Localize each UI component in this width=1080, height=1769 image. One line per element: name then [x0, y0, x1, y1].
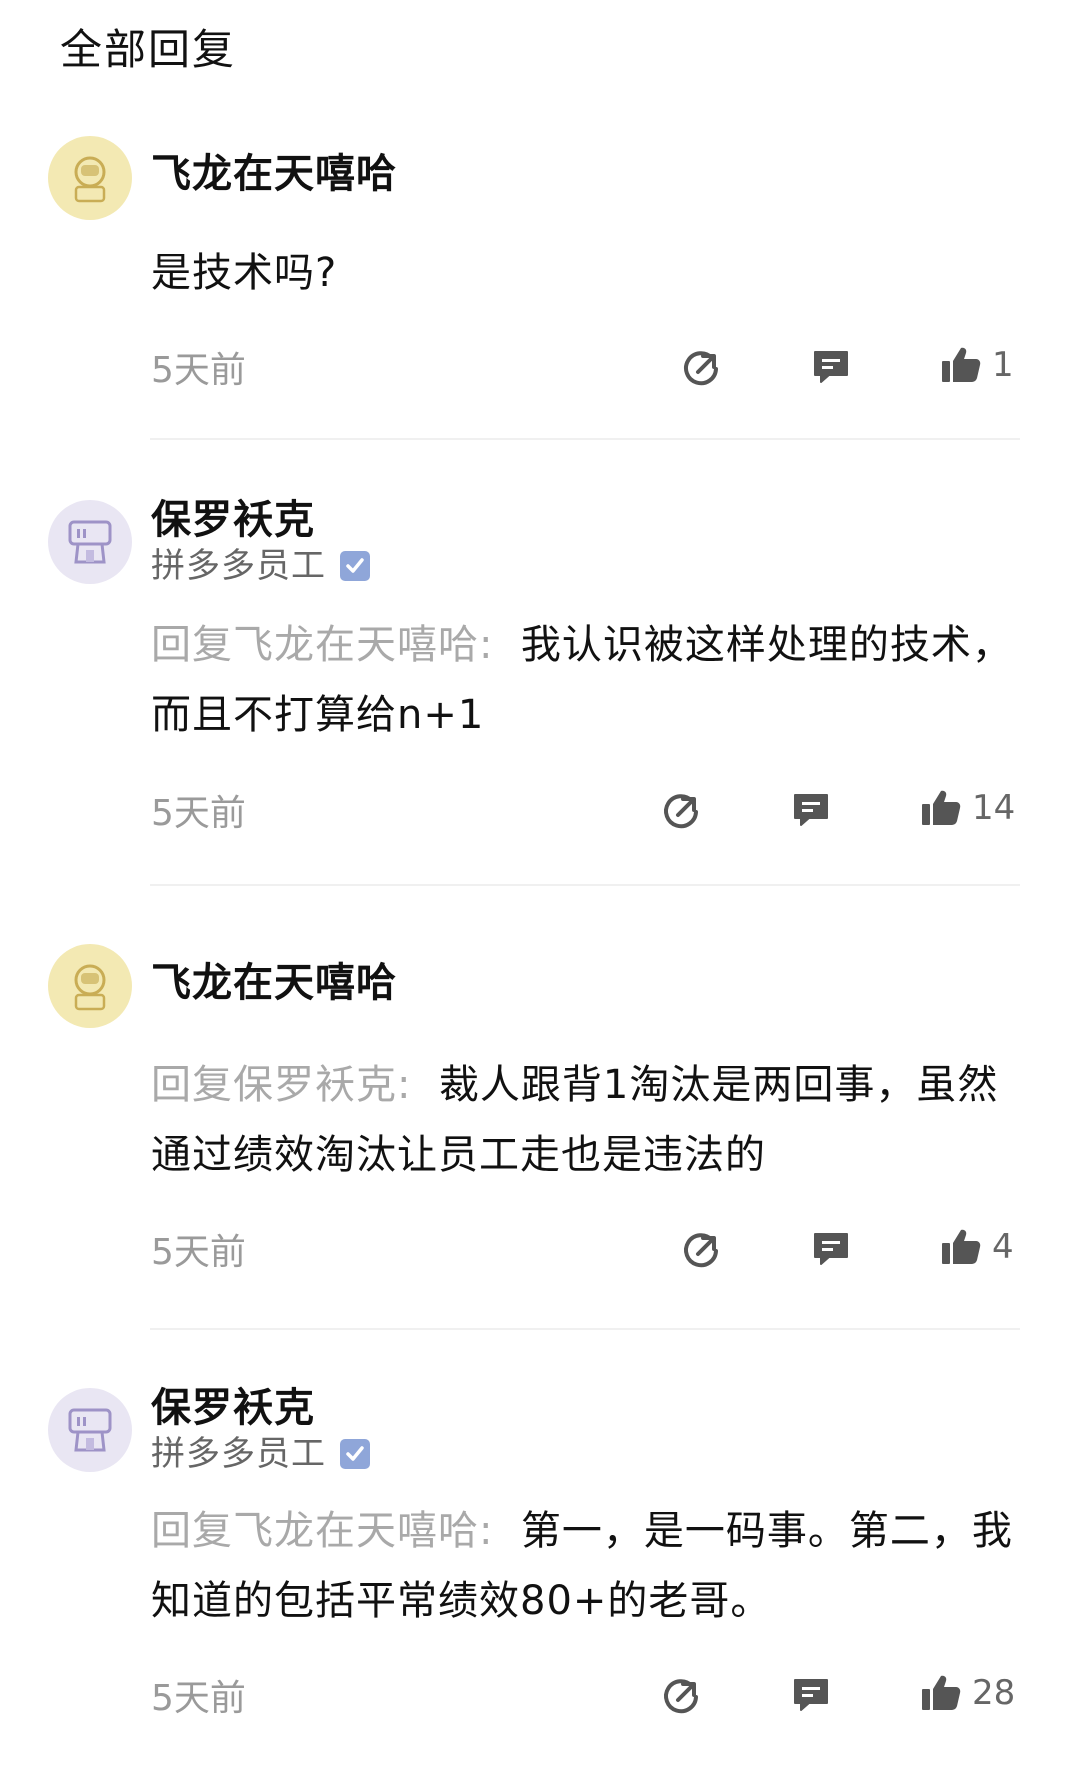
speech-bubble-icon — [814, 1233, 848, 1265]
verified-check-icon — [340, 1439, 370, 1469]
comment-content: 是技术吗? — [151, 250, 338, 296]
reply-button[interactable] — [791, 1675, 831, 1715]
reply-prefix[interactable]: 回复飞龙在天嘻哈: — [151, 622, 493, 668]
comment-time: 5天前 — [151, 1678, 246, 1719]
comment-username[interactable]: 飞龙在天嘻哈 — [151, 958, 397, 1008]
reply-button[interactable] — [811, 347, 851, 387]
share-arrow-circle-icon — [664, 1679, 698, 1714]
employee-role: 拼多多员工 — [151, 1434, 326, 1474]
reply-button[interactable] — [791, 790, 831, 830]
like-button[interactable]: 1 — [940, 345, 1014, 385]
avatar[interactable] — [48, 500, 132, 584]
share-arrow-circle-icon — [664, 794, 698, 829]
share-button[interactable] — [662, 790, 702, 830]
like-button[interactable]: 28 — [920, 1673, 1015, 1713]
comment-username[interactable]: 保罗袄克 — [151, 495, 315, 545]
share-button[interactable] — [682, 1229, 722, 1269]
like-button[interactable]: 4 — [940, 1227, 1014, 1267]
comment-body: 回复飞龙在天嘻哈: 我认识被这样处理的技术，而且不打算给n+1 — [151, 610, 1021, 750]
like-count: 14 — [972, 788, 1016, 828]
avatar[interactable] — [48, 1388, 132, 1472]
thumbs-up-icon — [922, 1675, 961, 1710]
divider — [150, 1328, 1020, 1330]
share-button[interactable] — [662, 1675, 702, 1715]
comment-username[interactable]: 保罗袄克 — [151, 1383, 315, 1433]
divider — [150, 438, 1020, 440]
comment-body: 回复飞龙在天嘻哈: 第一，是一码事。第二，我知道的包括平常绩效80+的老哥。 — [151, 1496, 1021, 1636]
comment-body: 回复保罗袄克: 裁人跟背1淘汰是两回事，虽然通过绩效淘汰让员工走也是违法的 — [151, 1050, 1021, 1190]
employee-tag: 拼多多员工 — [151, 1433, 370, 1475]
reply-prefix[interactable]: 回复保罗袄克: — [151, 1062, 411, 1108]
avatar[interactable] — [48, 136, 132, 220]
thumbs-up-icon — [942, 1229, 981, 1264]
share-button[interactable] — [682, 347, 722, 387]
comment-time: 5天前 — [151, 1232, 246, 1273]
comment-time: 5天前 — [151, 350, 246, 391]
like-count: 1 — [992, 345, 1014, 385]
employee-role: 拼多多员工 — [151, 546, 326, 586]
comment-body: 是技术吗? — [151, 238, 1021, 308]
thumbs-up-icon — [922, 790, 961, 825]
speech-bubble-icon — [794, 1679, 828, 1711]
thumbs-up-icon — [942, 347, 981, 382]
comment-username[interactable]: 飞龙在天嘻哈 — [151, 149, 397, 199]
page-title: 全部回复 — [60, 25, 237, 74]
like-button[interactable]: 14 — [920, 788, 1015, 828]
verified-check-icon — [340, 551, 370, 581]
like-count: 4 — [992, 1227, 1014, 1267]
reply-button[interactable] — [811, 1229, 851, 1269]
speech-bubble-icon — [814, 351, 848, 383]
employee-tag: 拼多多员工 — [151, 545, 370, 587]
like-count: 28 — [972, 1673, 1016, 1713]
avatar[interactable] — [48, 944, 132, 1028]
speech-bubble-icon — [794, 794, 828, 826]
divider — [150, 884, 1020, 886]
share-arrow-circle-icon — [684, 351, 718, 386]
reply-prefix[interactable]: 回复飞龙在天嘻哈: — [151, 1508, 493, 1554]
comment-time: 5天前 — [151, 793, 246, 834]
share-arrow-circle-icon — [684, 1233, 718, 1268]
